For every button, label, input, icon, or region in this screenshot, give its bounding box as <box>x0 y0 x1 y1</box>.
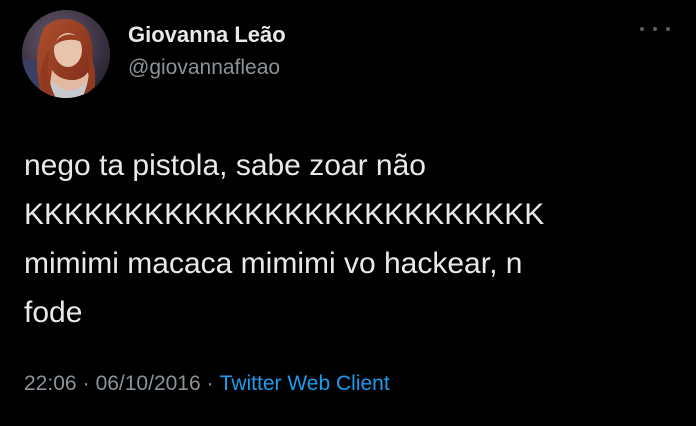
author-display-name[interactable]: Giovanna Leão <box>128 22 286 48</box>
avatar[interactable] <box>22 10 110 98</box>
tweet-meta: 22:06 · 06/10/2016 · Twitter Web Client <box>24 372 390 396</box>
more-icon-dot <box>666 27 670 31</box>
meta-separator: · <box>206 372 214 395</box>
tweet-text-line: fode <box>24 296 83 329</box>
tweet-card: Giovanna Leão @giovannafleao nego ta pis… <box>0 0 696 426</box>
tweet-text-line: mimimi macaca mimimi vo hackear, n <box>24 247 523 280</box>
more-icon-dot <box>640 27 644 31</box>
tweet-date[interactable]: 06/10/2016 <box>96 372 201 395</box>
tweet-source-link[interactable]: Twitter Web Client <box>220 372 390 395</box>
avatar-image <box>22 10 110 98</box>
tweet-text: nego ta pistola, sabe zoar não KKKKKKKKK… <box>24 141 674 337</box>
more-horizontal-icon[interactable] <box>640 22 670 36</box>
tweet-text-line: nego ta pistola, sabe zoar não <box>24 149 426 182</box>
author-handle[interactable]: @giovannafleao <box>128 56 280 80</box>
meta-separator: · <box>82 372 90 395</box>
tweet-time[interactable]: 22:06 <box>24 372 77 395</box>
more-icon-dot <box>653 27 657 31</box>
tweet-text-line: KKKKKKKKKKKKKKKKKKKKKKKKKK <box>24 198 545 231</box>
